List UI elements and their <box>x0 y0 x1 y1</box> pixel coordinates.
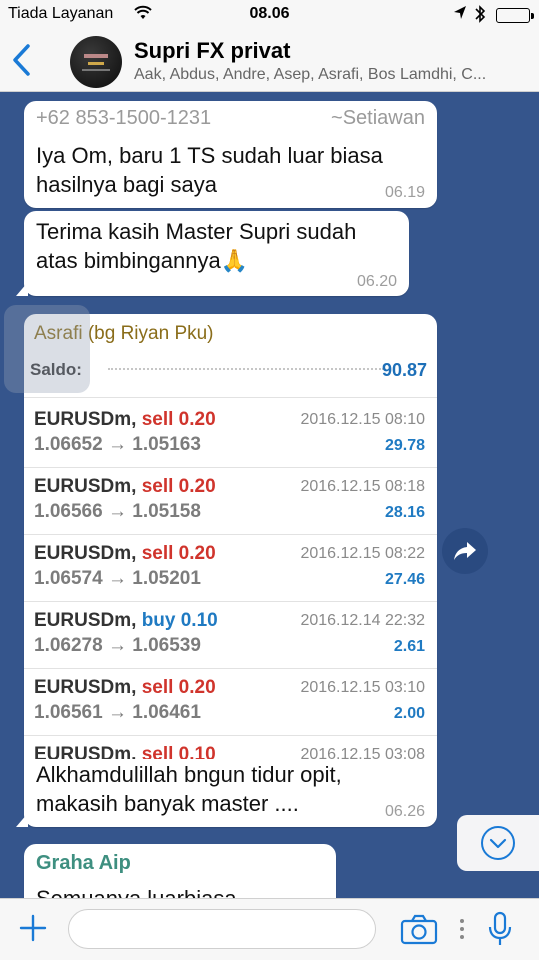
trade-date: 2016.12.15 08:22 <box>300 545 425 562</box>
arrow-right-icon: → <box>107 501 127 522</box>
trade-open-price: 1.06574 <box>34 568 103 589</box>
message-line: makasih banyak master .... <box>36 791 299 816</box>
trade-close-price: 1.05163 <box>132 434 201 455</box>
message-line: Terima kasih Master Supri sudah <box>36 219 357 244</box>
trade-symbol: EURUSDm, <box>34 610 137 631</box>
microphone-icon[interactable] <box>486 911 514 947</box>
arrow-right-icon: → <box>107 568 127 589</box>
group-avatar[interactable] <box>70 36 122 88</box>
trade-side: sell 0.20 <box>141 543 216 564</box>
message-text: Terima kasih Master Supri sudah atas bim… <box>36 217 356 275</box>
more-dots-icon[interactable] <box>458 917 466 941</box>
trade-symbol: EURUSDm, <box>34 543 137 564</box>
camera-icon[interactable] <box>400 913 438 945</box>
trade-profit: 2.00 <box>393 705 425 722</box>
message-line: atas bimbingannya🙏 <box>36 248 249 273</box>
trade-row: EURUSDm, sell 0.20 1.06652 → 1.05163 201… <box>24 401 437 467</box>
trade-profit: 29.78 <box>384 437 425 454</box>
trade-close-price: 1.05201 <box>132 568 201 589</box>
arrow-right-icon: → <box>107 702 127 723</box>
back-chevron-icon[interactable] <box>10 42 34 78</box>
bluetooth-icon <box>474 4 486 29</box>
location-arrow-icon <box>452 4 468 27</box>
trade-symbol: EURUSDm, <box>34 409 137 430</box>
trade-side: sell 0.20 <box>141 476 216 497</box>
trade-date: 2016.12.14 22:32 <box>300 612 425 629</box>
trade-symbol: EURUSDm, <box>34 744 137 759</box>
trade-symbol: EURUSDm, <box>34 476 137 497</box>
trade-symbol: EURUSDm, <box>34 677 137 698</box>
trade-open-price: 1.06561 <box>34 702 103 723</box>
trade-row: EURUSDm, sell 0.20 1.06561 → 1.06461 201… <box>24 669 437 735</box>
trade-open-price: 1.06278 <box>34 635 103 656</box>
chat-header: Supri FX privat Aak, Abdus, Andre, Asep,… <box>0 30 539 92</box>
battery-icon <box>496 8 534 23</box>
sender-phone[interactable]: +62 853-1500-1231 <box>36 107 211 130</box>
trade-side: sell 0.20 <box>141 409 216 430</box>
arrow-right-icon: → <box>107 434 127 455</box>
trade-row: EURUSDm, sell 0.20 1.06574 → 1.05201 201… <box>24 535 437 601</box>
message-line: Iya Om, baru 1 TS sudah luar biasa <box>36 143 383 168</box>
message-bubble[interactable]: Graha Aip Semuanya luarbiasa <box>24 844 336 898</box>
trade-row: EURUSDm, buy 0.10 1.06278 → 1.06539 2016… <box>24 602 437 668</box>
trade-side: sell 0.20 <box>141 677 216 698</box>
message-text: Alkhamdulillah bngun tidur opit, makasih… <box>36 760 342 818</box>
arrow-right-icon: → <box>107 635 127 656</box>
message-input[interactable] <box>68 909 376 949</box>
status-bar: Tiada Layanan 08.06 <box>0 0 539 30</box>
trade-profit: 2.61 <box>393 638 425 655</box>
saldo-value: 90.87 <box>381 360 427 380</box>
forward-button[interactable] <box>442 528 488 574</box>
message-bubble[interactable]: +62 853-1500-1231 ~Setiawan Iya Om, baru… <box>24 101 437 208</box>
scroll-to-bottom-button[interactable] <box>457 815 539 871</box>
trade-close-price: 1.06539 <box>132 635 201 656</box>
message-time: 06.19 <box>384 184 425 201</box>
sender-alias: ~Setiawan <box>331 107 425 129</box>
trade-side: buy 0.10 <box>141 610 218 631</box>
chat-area: +62 853-1500-1231 ~Setiawan Iya Om, baru… <box>0 92 539 898</box>
message-time: 06.20 <box>356 273 397 290</box>
trade-open-price: 1.06566 <box>34 501 103 522</box>
message-text: Semuanya luarbiasa <box>36 884 237 898</box>
trade-date: 2016.12.15 03:08 <box>300 746 425 759</box>
message-time: 06.26 <box>384 803 425 820</box>
divider <box>24 397 437 398</box>
trade-date: 2016.12.15 03:10 <box>300 679 425 696</box>
dotted-leader <box>108 368 384 370</box>
message-text: Iya Om, baru 1 TS sudah luar biasa hasil… <box>36 141 383 199</box>
trade-date: 2016.12.15 08:18 <box>300 478 425 495</box>
trade-close-price: 1.06461 <box>132 702 201 723</box>
trade-row: EURUSDm, sell 0.20 1.06566 → 1.05158 201… <box>24 468 437 534</box>
trade-close-price: 1.05158 <box>132 501 201 522</box>
chat-participants[interactable]: Aak, Abdus, Andre, Asep, Asrafi, Bos Lam… <box>134 66 534 84</box>
sender-name[interactable]: Graha Aip <box>36 852 131 875</box>
trade-side: sell 0.10 <box>141 744 216 759</box>
message-line: Alkhamdulillah bngun tidur opit, <box>36 762 342 787</box>
trade-profit: 28.16 <box>384 504 425 521</box>
trade-row: EURUSDm, sell 0.10 2016.12.15 03:08 <box>24 736 437 759</box>
message-input-bar <box>0 898 539 960</box>
message-line: hasilnya bagi saya <box>36 172 218 197</box>
trade-date: 2016.12.15 08:10 <box>300 411 425 428</box>
trade-profit: 27.46 <box>384 571 425 588</box>
chat-title[interactable]: Supri FX privat <box>134 38 290 64</box>
share-forward-icon <box>453 540 477 567</box>
message-bubble[interactable]: Terima kasih Master Supri sudah atas bim… <box>16 211 409 296</box>
trade-open-price: 1.06652 <box>34 434 103 455</box>
image-overlay-button[interactable] <box>4 305 90 393</box>
chevron-down-icon <box>481 826 515 860</box>
plus-icon[interactable] <box>18 913 48 943</box>
